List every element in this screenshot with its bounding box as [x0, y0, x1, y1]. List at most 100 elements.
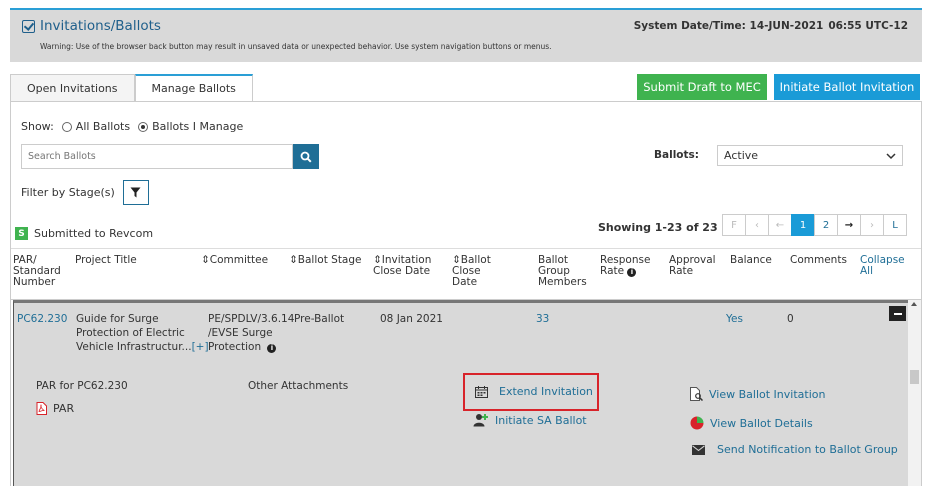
col-approval-rate: Approval Rate	[669, 254, 716, 277]
search-button[interactable]	[293, 144, 319, 169]
pagination: F ‹ ← 1 2 → › L	[722, 214, 907, 236]
page-1-button[interactable]: 1	[791, 214, 815, 236]
extend-invitation-button[interactable]: Extend Invitation	[475, 385, 593, 398]
ballots-filter-label: Ballots:	[654, 149, 699, 161]
scroll-up-icon[interactable]	[911, 302, 917, 306]
send-notification-label: Send Notification to Ballot Group	[717, 443, 898, 456]
system-date-label: System Date/Time: 14-JUN-2021	[633, 20, 824, 32]
radio-all-ballots[interactable]	[61, 121, 72, 132]
col-committee[interactable]: ⇕Committee	[201, 255, 268, 266]
page-forward-button[interactable]: →	[837, 214, 861, 236]
comments-count: 0	[787, 313, 794, 325]
collapse-all-link[interactable]: Collapse All	[860, 255, 908, 277]
document-search-icon	[690, 387, 703, 401]
funnel-icon	[130, 187, 141, 198]
view-ballot-invitation-button[interactable]: View Ballot Invitation	[690, 387, 825, 401]
page-header: Invitations/Ballots Warning: Use of the …	[10, 8, 922, 62]
project-title-line-3: Vehicle Infrastructur...	[76, 341, 192, 353]
ballots-filter-value: Active	[724, 149, 759, 162]
initiate-sa-ballot-button[interactable]: Initiate SA Ballot	[473, 413, 587, 427]
table-row: PC62.230 Guide for Surge Protection of E…	[13, 300, 909, 486]
page-first-button[interactable]: F	[722, 214, 746, 236]
revcom-legend: S Submitted to Revcom	[15, 227, 153, 240]
page-title: Invitations/Ballots	[22, 18, 161, 34]
page-title-text: Invitations/Ballots	[40, 18, 161, 34]
system-datetime: System Date/Time: 14-JUN-2021 06:55 UTC-…	[634, 20, 908, 32]
tab-bar: Open Invitations Manage Ballots	[10, 74, 253, 102]
page: Invitations/Ballots Warning: Use of the …	[0, 0, 929, 486]
col-response-rate-label: Response Rate	[600, 254, 651, 277]
view-ballot-invitation-label: View Ballot Invitation	[709, 387, 826, 401]
col-invitation-close-date[interactable]: ⇕Invitation Close Date	[373, 255, 441, 277]
col-comments: Comments	[790, 254, 847, 266]
project-title-line-2: Protection of Electric	[76, 327, 185, 339]
expand-title-link[interactable]: [+]	[192, 341, 209, 353]
initiate-sa-ballot-label: Initiate SA Ballot	[495, 413, 587, 427]
collapse-row-button[interactable]	[889, 306, 906, 321]
col-response-rate: Response Rate i	[600, 255, 656, 277]
info-icon[interactable]: i	[267, 344, 277, 353]
project-title-line-1: Guide for Surge	[76, 313, 159, 325]
filter-stage-label: Filter by Stage(s)	[21, 186, 115, 199]
showing-count: Showing 1-23 of 23	[598, 221, 718, 234]
par-for-label: PAR for PC62.230	[36, 380, 128, 392]
committee-line-3: Protection	[208, 341, 262, 353]
warning-text: Warning: Use of the browser back button …	[40, 42, 552, 51]
chevron-down-icon	[886, 152, 896, 159]
extend-invitation-label: Extend Invitation	[499, 385, 593, 398]
vertical-scrollbar[interactable]	[908, 300, 921, 486]
par-link[interactable]: PAR	[36, 402, 74, 415]
submitted-badge: S	[15, 227, 28, 240]
minus-icon	[893, 312, 902, 315]
envelope-icon	[692, 444, 705, 455]
other-attachments-label: Other Attachments	[248, 380, 349, 392]
col-par: PAR/ Standard Number	[13, 254, 61, 288]
radio-ballots-i-manage-label[interactable]: Ballots I Manage	[152, 120, 243, 133]
send-notification-button[interactable]: Send Notification to Ballot Group	[692, 443, 898, 456]
page-next-button[interactable]: ›	[860, 214, 884, 236]
committee-line-2: /EVSE Surge	[208, 327, 273, 339]
filter-stage-button[interactable]	[122, 180, 149, 205]
project-title: Guide for Surge Protection of Electric V…	[76, 312, 209, 354]
col-project-title: Project Title	[75, 254, 137, 266]
manage-ballots-panel: Show: All Ballots Ballots I Manage Ballo…	[10, 101, 922, 486]
invitation-close-date: 08 Jan 2021	[380, 313, 443, 325]
calendar-icon	[475, 385, 488, 398]
par-number-link[interactable]: PC62.230	[17, 312, 67, 326]
user-plus-icon	[473, 414, 488, 427]
info-icon: i	[627, 268, 637, 277]
ballot-members-link[interactable]: 33	[536, 312, 549, 326]
table-header: PAR/ Standard Number Project Title ⇕Comm…	[11, 248, 921, 300]
view-ballot-details-label: View Ballot Details	[710, 416, 813, 430]
tab-open-invitations[interactable]: Open Invitations	[10, 74, 135, 102]
committee-line-1: PE/SPDLV/3.6.14	[208, 313, 295, 325]
radio-ballots-i-manage[interactable]	[138, 121, 149, 132]
pie-chart-icon	[690, 416, 704, 430]
ballots-filter-select[interactable]: Active	[717, 145, 903, 166]
tab-manage-ballots[interactable]: Manage Ballots	[134, 74, 253, 102]
show-filter: Show: All Ballots Ballots I Manage	[21, 120, 243, 133]
balance-link[interactable]: Yes	[726, 312, 743, 326]
col-ballot-close-date[interactable]: ⇕Ballot Close Date	[452, 255, 504, 288]
col-ballot-stage[interactable]: ⇕Ballot Stage	[289, 255, 362, 266]
filter-by-stage: Filter by Stage(s)	[21, 180, 149, 205]
page-last-button[interactable]: L	[883, 214, 907, 236]
par-link-label: PAR	[53, 402, 75, 415]
revcom-legend-label: Submitted to Revcom	[34, 227, 154, 240]
page-prev-button[interactable]: ‹	[745, 214, 769, 236]
search-input[interactable]	[21, 144, 293, 169]
show-label: Show:	[21, 120, 54, 133]
initiate-ballot-invitation-button[interactable]: Initiate Ballot Invitation	[774, 74, 920, 100]
ballot-stage: Pre-Ballot	[294, 313, 345, 325]
page-2-button[interactable]: 2	[814, 214, 838, 236]
committee: PE/SPDLV/3.6.14 /EVSE Surge Protection i	[208, 312, 294, 354]
view-ballot-details-button[interactable]: View Ballot Details	[690, 416, 813, 430]
scrollbar-thumb[interactable]	[910, 370, 919, 384]
radio-all-ballots-label[interactable]: All Ballots	[76, 120, 130, 133]
col-ballot-group-members: Ballot Group Members	[538, 254, 587, 288]
system-time: 06:55 UTC-12	[828, 20, 908, 32]
checkbox-icon	[22, 19, 35, 33]
search-icon	[300, 151, 312, 163]
page-back-button[interactable]: ←	[768, 214, 792, 236]
submit-draft-button[interactable]: Submit Draft to MEC	[637, 74, 767, 100]
